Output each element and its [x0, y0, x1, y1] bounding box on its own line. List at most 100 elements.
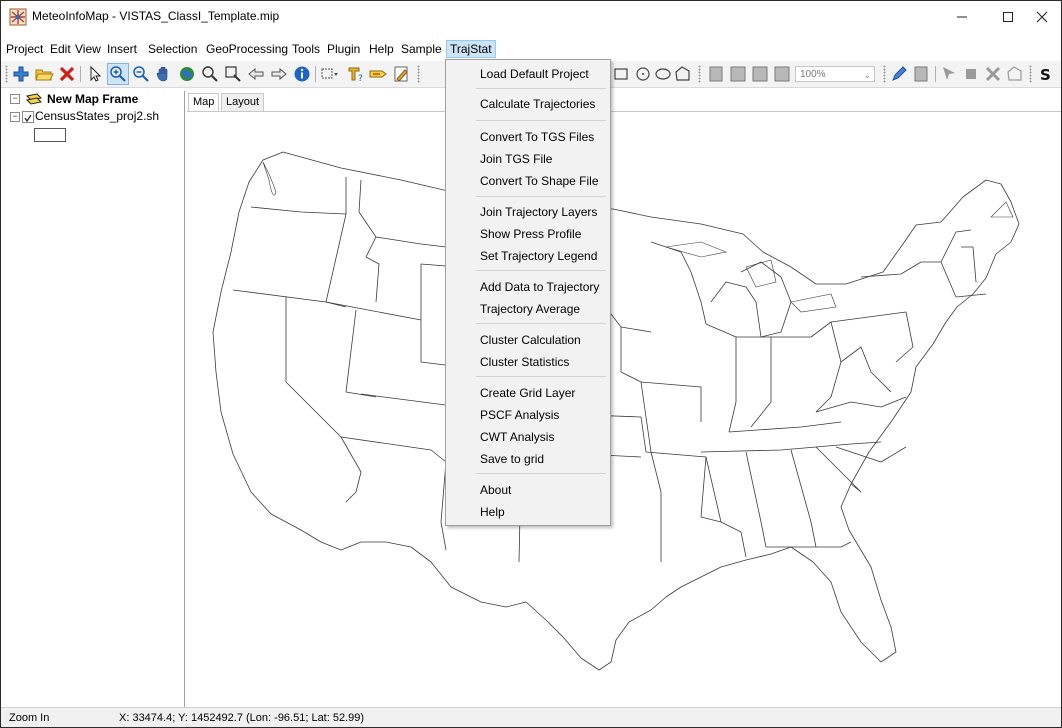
menu-item-cluster-calculation[interactable]: Cluster Calculation — [480, 331, 581, 349]
menu-trajstat[interactable]: TrajStat — [446, 40, 496, 58]
layer-visibility-checkbox[interactable] — [22, 111, 34, 123]
open-project-icon — [35, 69, 54, 81]
back-button[interactable] — [246, 64, 266, 84]
zoom-page-in-button[interactable] — [728, 64, 748, 84]
select-vertex-button[interactable] — [939, 64, 959, 84]
polygon-icon — [675, 66, 690, 81]
tab-layout[interactable]: Layout — [221, 93, 265, 111]
label-button[interactable] — [368, 64, 388, 84]
close-button[interactable] — [1019, 1, 1061, 33]
save-edit-button[interactable] — [911, 64, 931, 84]
zoom-to-layer-button[interactable] — [200, 64, 220, 84]
menu-item-load-default-project[interactable]: Load Default Project — [480, 65, 589, 83]
circle-button[interactable] — [633, 64, 653, 84]
rectangle-icon — [614, 68, 628, 80]
ellipse-icon — [655, 68, 671, 80]
trajstat-dropdown-menu: Load Default Project Calculate Trajector… — [445, 59, 611, 526]
script-icon: S — [1040, 66, 1051, 84]
menu-item-show-press-profile[interactable]: Show Press Profile — [480, 225, 581, 243]
toolbar-grip[interactable] — [883, 65, 886, 83]
menu-item-add-data-to-trajectory[interactable]: Add Data to Trajectory — [480, 278, 599, 296]
menu-item-trajectory-average[interactable]: Trajectory Average — [480, 300, 580, 318]
us-national-outline — [212, 151, 1020, 671]
delete-feature-icon — [985, 66, 1001, 82]
add-feature-button[interactable] — [961, 64, 981, 84]
menu-sample[interactable]: Sample — [401, 41, 442, 57]
ellipse-button[interactable] — [653, 64, 673, 84]
map-frame-icon — [25, 92, 43, 109]
menu-item-pscf-analysis[interactable]: PSCF Analysis — [480, 406, 559, 424]
delete-feature-button[interactable] — [983, 64, 1003, 84]
add-feature-icon — [966, 69, 976, 79]
collapse-frame-toggle[interactable]: − — [10, 94, 20, 104]
us-states-map[interactable] — [187, 112, 1061, 708]
map-frame-label[interactable]: New Map Frame — [47, 92, 138, 106]
menu-view[interactable]: View — [75, 41, 101, 57]
edit-button[interactable] — [391, 64, 411, 84]
zoom-out-button[interactable] — [131, 64, 151, 84]
page-button[interactable] — [706, 64, 726, 84]
menu-edit[interactable]: Edit — [50, 41, 71, 57]
menu-plugin[interactable]: Plugin — [327, 41, 360, 57]
close-icon — [1036, 11, 1048, 23]
select-button[interactable] — [85, 64, 105, 84]
split-polygon-button[interactable] — [1005, 64, 1025, 84]
menu-item-set-trajectory-legend[interactable]: Set Trajectory Legend — [480, 247, 597, 265]
fit-page-button[interactable] — [772, 64, 792, 84]
zoom-page-out-button[interactable] — [750, 64, 770, 84]
map-view[interactable] — [187, 111, 1061, 708]
title-bar: MeteoInfoMap - VISTAS_ClassI_Template.mi… — [1, 1, 1061, 33]
tab-map[interactable]: Map — [188, 93, 220, 111]
polygon-button[interactable] — [673, 64, 693, 84]
open-project-button[interactable] — [34, 64, 54, 84]
full-extent-button[interactable] — [177, 64, 197, 84]
select-features-icon — [321, 68, 338, 79]
remove-layer-button[interactable] — [57, 64, 77, 84]
status-bar: Zoom In X: 33474.4; Y: 1452492.7 (Lon: -… — [1, 707, 1061, 727]
chevron-down-icon: ⌄ — [863, 70, 871, 80]
pencil-button[interactable] — [889, 64, 909, 84]
menu-item-help[interactable]: Help — [480, 503, 505, 521]
menu-geoprocessing[interactable]: GeoProcessing — [206, 41, 288, 57]
rectangle-button[interactable] — [611, 64, 631, 84]
menu-item-about[interactable]: About — [480, 481, 511, 499]
add-layer-button[interactable] — [11, 64, 31, 84]
menu-item-join-trajectory-layers[interactable]: Join Trajectory Layers — [480, 203, 597, 221]
menu-selection[interactable]: Selection — [148, 41, 197, 57]
identify-button[interactable] — [292, 64, 312, 84]
zoom-to-layer-icon — [202, 66, 218, 82]
edit-icon — [394, 66, 408, 82]
menu-insert[interactable]: Insert — [107, 41, 137, 57]
menu-item-join-tgs-file[interactable]: Join TGS File — [480, 150, 552, 168]
menu-project[interactable]: Project — [6, 41, 43, 57]
zoom-level-select[interactable]: 100% ⌄ — [795, 66, 875, 82]
toolbar-grip[interactable] — [1029, 65, 1032, 83]
menu-item-save-to-grid[interactable]: Save to grid — [480, 450, 544, 468]
pan-button[interactable] — [154, 64, 174, 84]
identify-icon — [294, 66, 310, 82]
zoom-to-selection-button[interactable] — [223, 64, 243, 84]
toolbar-grip[interactable] — [698, 65, 701, 83]
fit-page-icon — [774, 66, 790, 82]
menu-item-cwt-analysis[interactable]: CWT Analysis — [480, 428, 554, 446]
forward-button[interactable] — [269, 64, 289, 84]
measure-button[interactable]: ? — [345, 64, 365, 84]
menu-tools[interactable]: Tools — [292, 41, 320, 57]
menu-help[interactable]: Help — [369, 41, 394, 57]
menu-item-convert-to-tgs-files[interactable]: Convert To TGS Files — [480, 128, 594, 146]
zoom-in-button[interactable] — [107, 63, 129, 85]
checkmark-icon — [24, 114, 32, 123]
layer-symbol-swatch[interactable] — [34, 128, 66, 142]
layer-label[interactable]: CensusStates_proj2.sh — [35, 109, 183, 123]
toolbar-grip[interactable] — [417, 65, 420, 83]
script-button[interactable]: S — [1037, 64, 1057, 84]
menu-item-calculate-trajectories[interactable]: Calculate Trajectories — [480, 95, 595, 113]
select-features-button[interactable] — [320, 64, 340, 84]
menu-item-cluster-statistics[interactable]: Cluster Statistics — [480, 353, 569, 371]
remove-layer-icon — [59, 66, 75, 82]
collapse-layer-toggle[interactable]: − — [10, 112, 20, 122]
minimize-button[interactable] — [939, 1, 985, 33]
menu-item-create-grid-layer[interactable]: Create Grid Layer — [480, 384, 575, 402]
menu-item-convert-to-shape-file[interactable]: Convert To Shape File — [480, 172, 599, 190]
toolbar-grip[interactable] — [5, 65, 8, 83]
